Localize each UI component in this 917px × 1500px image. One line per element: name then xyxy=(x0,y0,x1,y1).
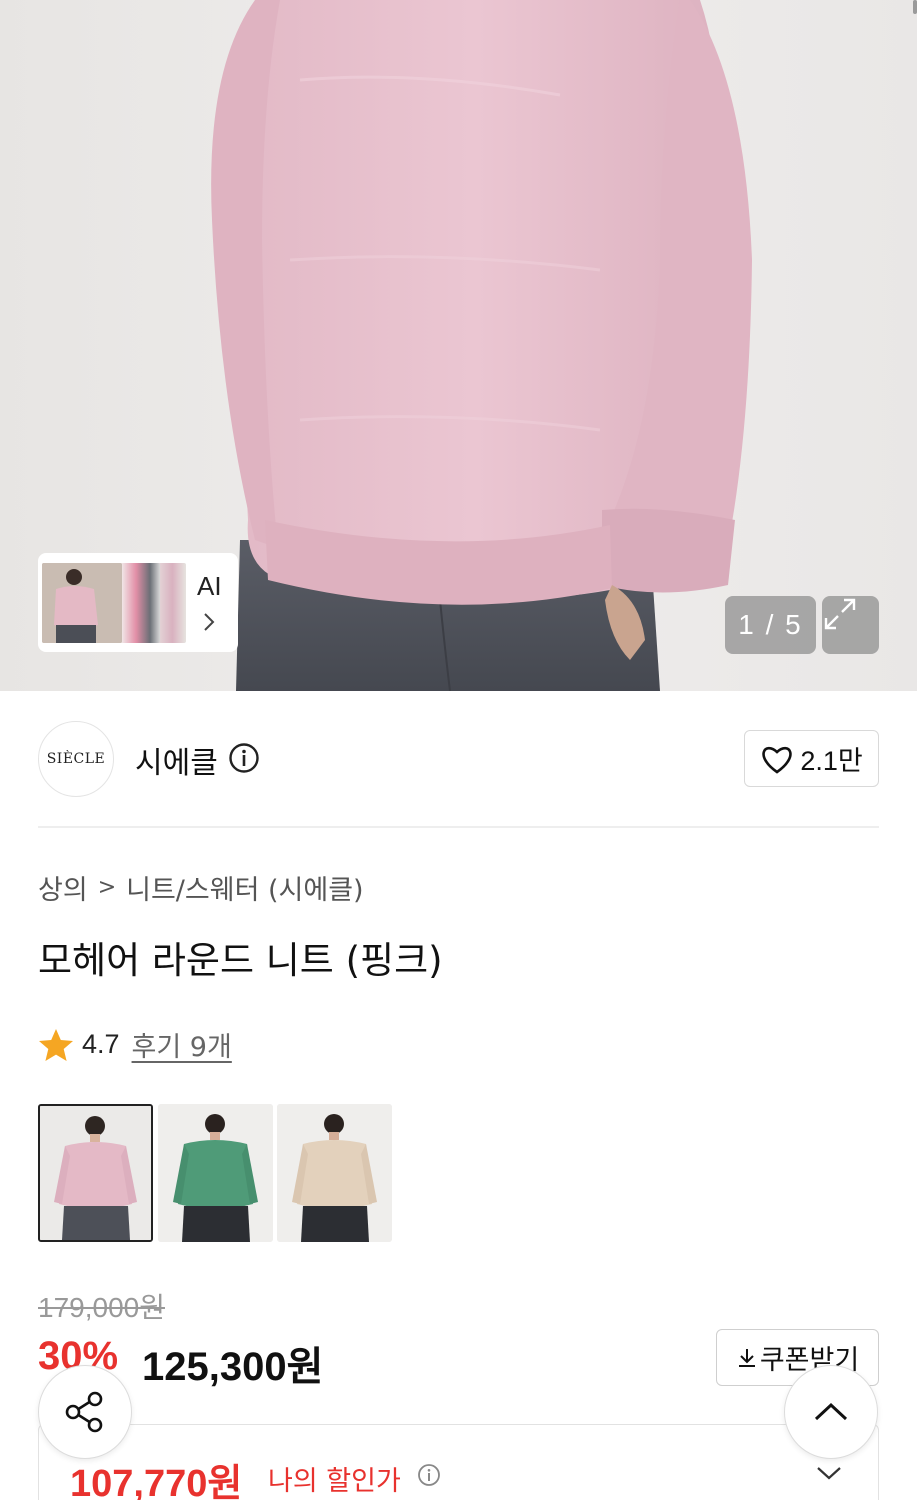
beige-sweater-thumbnail xyxy=(277,1104,392,1242)
download-icon xyxy=(738,1348,755,1367)
share-icon xyxy=(65,1391,103,1433)
ai-thumbnail xyxy=(42,563,122,643)
sale-price: 125,300원 xyxy=(142,1345,324,1389)
review-link[interactable]: 후기 9개 xyxy=(132,1025,232,1064)
heart-icon xyxy=(762,746,792,774)
brand-name[interactable]: 시에클 xyxy=(135,738,218,782)
like-count: 2.1만 xyxy=(800,746,863,776)
ai-thumbnail xyxy=(120,563,160,643)
scrollbar-thumb[interactable] xyxy=(913,0,917,14)
rating: 4.7 후기 9개 xyxy=(38,1025,232,1064)
color-option-green[interactable] xyxy=(158,1104,273,1242)
original-price: 179,000원 xyxy=(38,1292,165,1323)
breadcrumb-separator: > xyxy=(97,875,117,900)
divider xyxy=(38,826,879,828)
ai-label: AI xyxy=(197,571,222,601)
breadcrumb-category[interactable]: 상의 xyxy=(38,868,88,907)
color-option-beige[interactable] xyxy=(277,1104,392,1242)
breadcrumb: 상의 > 니트/스웨터 (시에클) xyxy=(38,868,364,907)
info-icon[interactable] xyxy=(228,742,260,778)
scroll-top-button[interactable] xyxy=(784,1365,878,1459)
ai-thumbnails xyxy=(42,557,192,648)
rating-value: 4.7 xyxy=(82,1029,120,1059)
share-button[interactable] xyxy=(38,1365,132,1459)
product-image[interactable]: AI 1 / 5 xyxy=(0,0,917,691)
pink-sweater-thumbnail xyxy=(40,1106,151,1240)
image-counter: 1 / 5 xyxy=(725,596,816,654)
info-icon[interactable] xyxy=(417,1463,441,1491)
color-option-pink[interactable] xyxy=(38,1104,153,1242)
expand-icon xyxy=(824,598,856,630)
product-title: 모헤어 라운드 니트 (핑크) xyxy=(38,939,443,982)
green-sweater-thumbnail xyxy=(158,1104,273,1242)
star-icon xyxy=(39,1028,73,1061)
my-discount-label: 나의 할인가 xyxy=(268,1466,401,1497)
like-button[interactable]: 2.1만 xyxy=(744,730,879,787)
chevron-up-icon xyxy=(814,1402,848,1421)
breadcrumb-subcategory[interactable]: 니트/스웨터 (시에클) xyxy=(126,868,363,907)
my-discount-price: 107,770원 xyxy=(70,1463,243,1500)
expand-button[interactable] xyxy=(822,596,879,654)
ai-styling-card[interactable]: AI xyxy=(38,553,238,652)
brand-logo[interactable]: SIÈCLE xyxy=(38,721,114,797)
chevron-down-icon[interactable] xyxy=(815,1464,843,1486)
